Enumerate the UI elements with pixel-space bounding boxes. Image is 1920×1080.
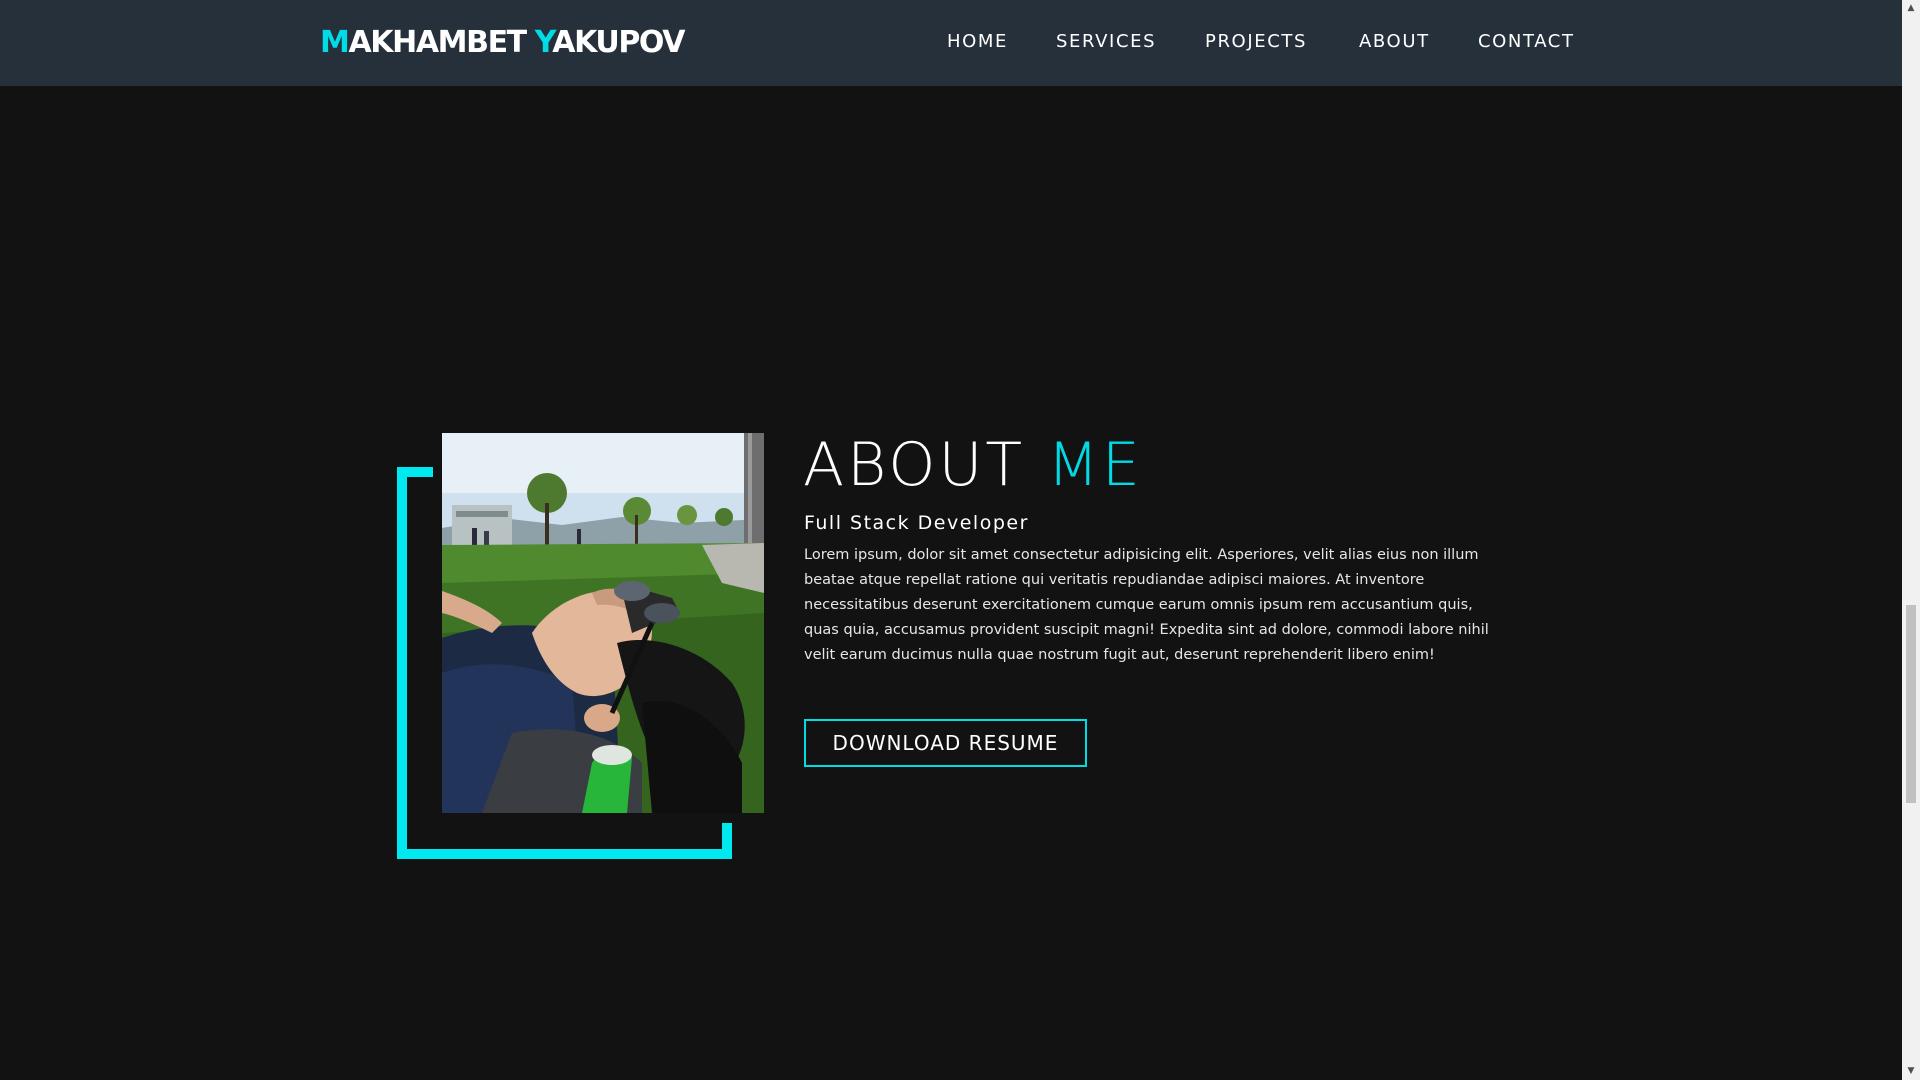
navbar: MAKHAMBET YAKUPOV HOME SERVICES PROJECTS… — [0, 0, 1902, 86]
about-title-main: ABOUT — [803, 430, 1026, 500]
bio-paragraph: Lorem ipsum, dolor sit amet consectetur … — [804, 547, 1489, 663]
about-title-accent: ME — [1047, 430, 1143, 500]
frame-right-tick — [722, 823, 732, 859]
about-title: ABOUT ME — [803, 430, 1143, 500]
nav-link-home[interactable]: HOME — [947, 30, 1008, 54]
logo-first-rest: AKHAMBET — [348, 25, 527, 60]
nav-link-services[interactable]: SERVICES — [1056, 30, 1156, 54]
nav-link-projects[interactable]: PROJECTS — [1205, 30, 1307, 54]
nav-link-contact[interactable]: CONTACT — [1478, 30, 1575, 54]
job-title: Full Stack Developer — [804, 512, 1029, 534]
triangle-down-icon[interactable]: ▼ — [1902, 1063, 1920, 1080]
download-resume-button[interactable]: DOWNLOAD RESUME — [804, 719, 1087, 767]
logo-last-initial: Y — [534, 25, 554, 60]
triangle-up-icon[interactable]: ▲ — [1902, 0, 1920, 17]
logo-last-rest: AKUPOV — [552, 25, 685, 60]
scrollbar-thumb[interactable] — [1906, 605, 1916, 803]
profile-photo — [442, 433, 764, 813]
frame-top-tick — [397, 467, 433, 477]
logo-first-initial: M — [320, 25, 350, 60]
page-scrollbar[interactable]: ▲ ▼ — [1902, 0, 1920, 1080]
site-logo[interactable]: MAKHAMBET YAKUPOV — [320, 24, 685, 62]
nav-link-about[interactable]: ABOUT — [1359, 30, 1430, 54]
